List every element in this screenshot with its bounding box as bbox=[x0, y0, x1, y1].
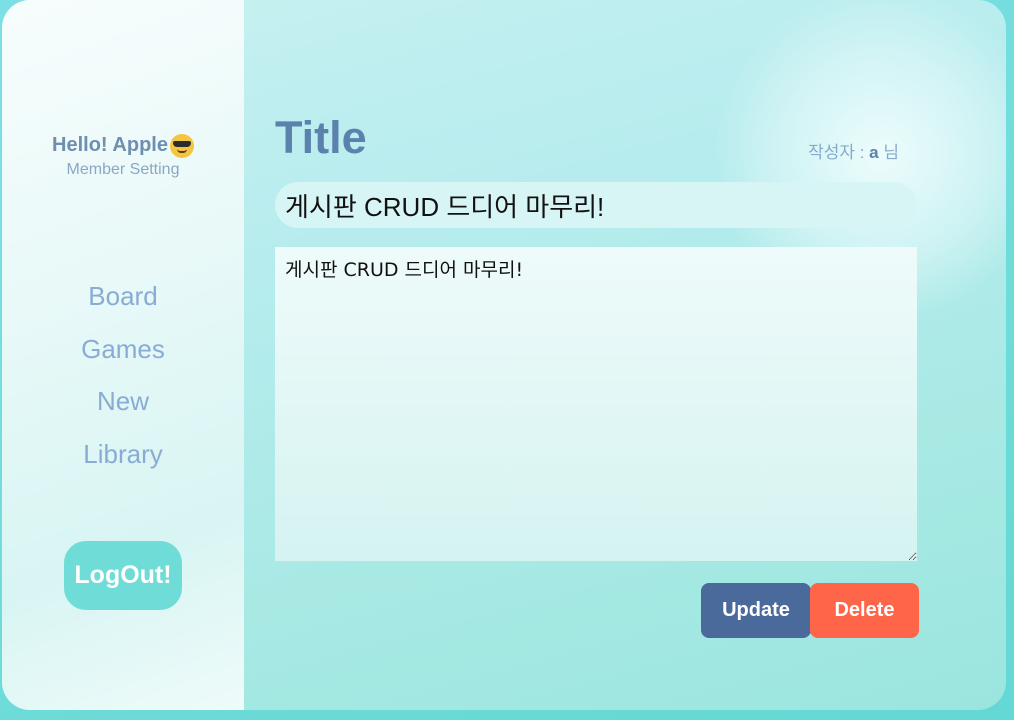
post-editor: Title 작성자 : a 님 게시판 CRUD 드디어 마무리! Update… bbox=[275, 0, 919, 710]
author-prefix: 작성자 : bbox=[808, 143, 870, 162]
update-button[interactable]: Update bbox=[701, 583, 811, 638]
logout-button[interactable]: LogOut! bbox=[64, 541, 182, 610]
greeting-text: Hello! Apple bbox=[52, 133, 168, 156]
member-setting-link[interactable]: Member Setting bbox=[2, 161, 244, 179]
page-title: Title bbox=[275, 112, 367, 163]
author-info: 작성자 : a 님 bbox=[808, 138, 899, 163]
app-window: Hello! Apple Member Setting Board Games … bbox=[2, 0, 1006, 710]
post-title-input[interactable] bbox=[275, 182, 917, 228]
sidebar-item-games[interactable]: Games bbox=[2, 329, 244, 382]
delete-button[interactable]: Delete bbox=[810, 583, 919, 638]
sunglasses-shape bbox=[172, 141, 191, 147]
sidebar-nav: Board Games New Library bbox=[2, 276, 244, 486]
sidebar: Hello! Apple Member Setting Board Games … bbox=[2, 0, 244, 710]
sidebar-item-board[interactable]: Board bbox=[2, 276, 244, 329]
post-content-textarea[interactable]: 게시판 CRUD 드디어 마무리! bbox=[275, 247, 917, 561]
smile-shape bbox=[176, 149, 187, 153]
smiling-face-with-sunglasses-icon bbox=[169, 134, 194, 158]
author-name: a bbox=[869, 143, 879, 162]
sidebar-item-library[interactable]: Library bbox=[2, 434, 244, 487]
sidebar-item-new[interactable]: New bbox=[2, 381, 244, 434]
greeting: Hello! Apple bbox=[2, 133, 244, 158]
author-suffix: 님 bbox=[878, 143, 899, 162]
